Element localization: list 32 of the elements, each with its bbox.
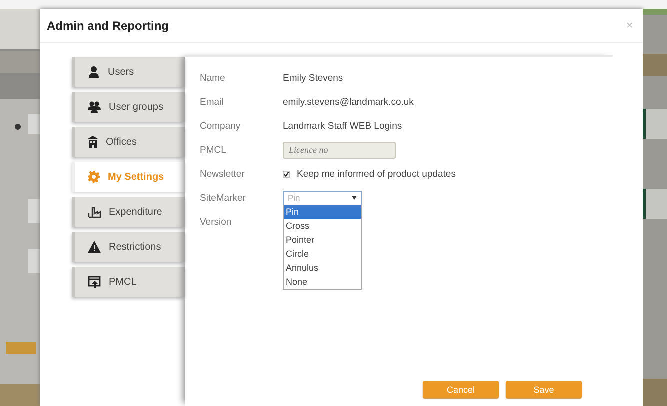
warning-icon xyxy=(88,241,101,253)
field-value: emily.stevens@landmark.co.uk xyxy=(283,96,414,108)
dropdown-option[interactable]: Pin xyxy=(284,205,361,219)
nav-tab[interactable]: Expenditure xyxy=(72,197,185,227)
window-title: Admin and Reporting xyxy=(47,18,169,32)
factory-icon xyxy=(88,206,101,218)
nav-tab[interactable]: User groups xyxy=(72,92,185,122)
field-label: Version xyxy=(200,216,233,228)
building-icon xyxy=(88,136,98,148)
field-label: Name xyxy=(200,72,226,84)
dropdown-option[interactable]: Circle xyxy=(284,247,361,261)
nav-tab[interactable]: Users xyxy=(72,57,185,87)
nav-tab[interactable]: Restrictions xyxy=(72,232,185,262)
field-label: SiteMarker xyxy=(200,192,247,204)
dropdown-option[interactable]: Annulus xyxy=(284,261,361,275)
field-label: Company xyxy=(200,120,242,132)
dropdown-option[interactable]: None xyxy=(284,275,361,289)
dropdown-option[interactable]: Cross xyxy=(284,219,361,233)
field-label: Newsletter xyxy=(200,168,246,180)
user-icon xyxy=(88,66,100,78)
checkbox-label: Keep me informed of product updates xyxy=(297,168,456,180)
caret-icon xyxy=(352,196,357,200)
user-group-icon xyxy=(88,101,101,113)
field-value: Emily Stevens xyxy=(283,72,344,84)
field-value: Landmark Staff WEB Logins xyxy=(283,120,402,132)
checkbox[interactable] xyxy=(283,170,290,178)
field-label: Email xyxy=(200,96,225,108)
dropdown-option[interactable]: Pointer xyxy=(284,233,361,247)
nav-tab[interactable]: Offices xyxy=(72,127,185,157)
nav-tab[interactable]: PMCL xyxy=(72,267,185,297)
gear-icon xyxy=(88,171,100,183)
field-label: PMCL xyxy=(200,144,228,156)
